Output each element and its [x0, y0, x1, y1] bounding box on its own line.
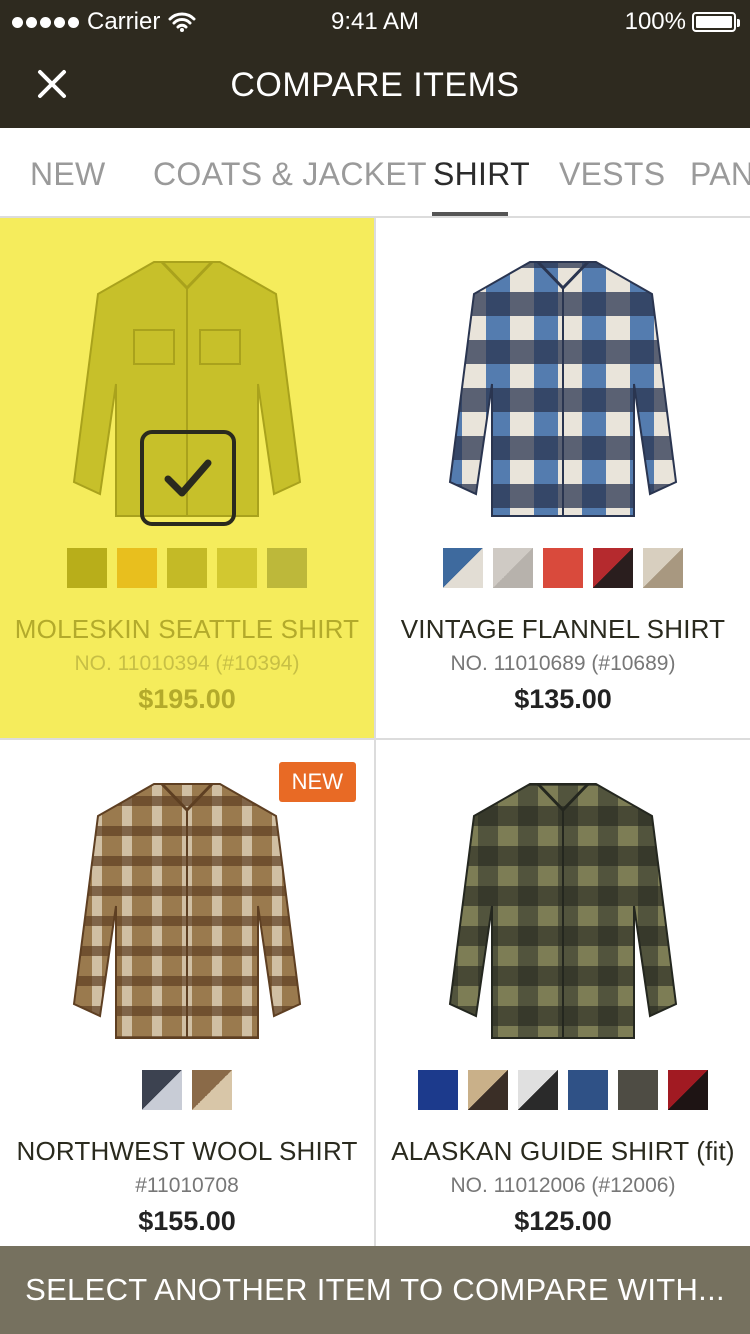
- color-swatches: [0, 1070, 374, 1110]
- product-price: $135.00: [514, 684, 612, 714]
- tab-shirt[interactable]: SHIRT: [433, 156, 530, 193]
- product-name: NORTHWEST WOOL SHIRT: [16, 1136, 358, 1166]
- swatch[interactable]: [267, 548, 307, 588]
- swatch[interactable]: [568, 1070, 608, 1110]
- product-card-northwest-wool[interactable]: NEW NORTHWEST WOOL SHIRT #11010708 $155.…: [0, 740, 374, 1260]
- status-bar: Carrier 9:41 AM 100%: [0, 0, 750, 44]
- product-price: $125.00: [514, 1206, 612, 1236]
- swatch[interactable]: [593, 548, 633, 588]
- product-card-vintage-flannel[interactable]: VINTAGE FLANNEL SHIRT NO. 11010689 (#106…: [376, 218, 750, 738]
- product-number: #11010708: [135, 1174, 239, 1197]
- product-name: VINTAGE FLANNEL SHIRT: [400, 614, 726, 644]
- product-price: $195.00: [138, 684, 236, 714]
- tab-pants[interactable]: PAN: [690, 156, 750, 193]
- product-price: $155.00: [138, 1206, 236, 1236]
- product-card-alaskan-guide[interactable]: ALASKAN GUIDE SHIRT (fit) NO. 11012006 (…: [376, 740, 750, 1260]
- page-title: COMPARE ITEMS: [230, 66, 520, 104]
- swatch[interactable]: [618, 1070, 658, 1110]
- product-number: NO. 11010394 (#10394): [74, 652, 300, 675]
- product-number: NO. 11012006 (#12006): [450, 1174, 676, 1197]
- active-tab-indicator: [432, 212, 508, 216]
- swatch[interactable]: [117, 548, 157, 588]
- battery-group: 100%: [624, 8, 740, 36]
- battery-icon: [692, 12, 740, 32]
- swatch[interactable]: [217, 548, 257, 588]
- color-swatches: [0, 548, 374, 588]
- header: Carrier 9:41 AM 100% COMPARE ITEMS: [0, 0, 750, 128]
- swatch[interactable]: [67, 548, 107, 588]
- compare-prompt-bar[interactable]: SELECT ANOTHER ITEM TO COMPARE WITH...: [0, 1246, 750, 1334]
- checkmark-icon: [164, 459, 212, 497]
- grid-divider-horizontal: [0, 738, 750, 740]
- color-swatches: [376, 548, 750, 588]
- swatch[interactable]: [418, 1070, 458, 1110]
- swatch[interactable]: [493, 548, 533, 588]
- swatch[interactable]: [543, 548, 583, 588]
- swatch[interactable]: [468, 1070, 508, 1110]
- guide-shirt-icon: [448, 782, 678, 1039]
- battery-percent: 100%: [624, 8, 686, 35]
- wool-shirt-icon: [72, 782, 302, 1039]
- product-number: NO. 11010689 (#10689): [450, 652, 676, 675]
- swatch[interactable]: [668, 1070, 708, 1110]
- swatch[interactable]: [518, 1070, 558, 1110]
- product-card-moleskin-seattle[interactable]: MOLESKIN SEATTLE SHIRT NO. 11010394 (#10…: [0, 218, 374, 738]
- flannel-shirt-icon: [448, 260, 678, 517]
- compare-prompt-label: SELECT ANOTHER ITEM TO COMPARE WITH...: [25, 1272, 725, 1307]
- swatch[interactable]: [443, 548, 483, 588]
- new-badge: NEW: [278, 762, 356, 802]
- swatch[interactable]: [643, 548, 683, 588]
- color-swatches: [376, 1070, 750, 1110]
- category-tabs: NEW COATS & JACKET SHIRT VESTS PAN: [0, 128, 750, 218]
- tab-coats-jacket[interactable]: COATS & JACKET: [153, 156, 427, 193]
- selected-checkbox[interactable]: [140, 430, 236, 526]
- tab-new[interactable]: NEW: [30, 156, 106, 193]
- product-name: MOLESKIN SEATTLE SHIRT: [14, 614, 360, 644]
- swatch[interactable]: [167, 548, 207, 588]
- tab-vests[interactable]: VESTS: [559, 156, 665, 193]
- product-name: ALASKAN GUIDE SHIRT (fit): [391, 1136, 735, 1166]
- swatch[interactable]: [192, 1070, 232, 1110]
- swatch[interactable]: [142, 1070, 182, 1110]
